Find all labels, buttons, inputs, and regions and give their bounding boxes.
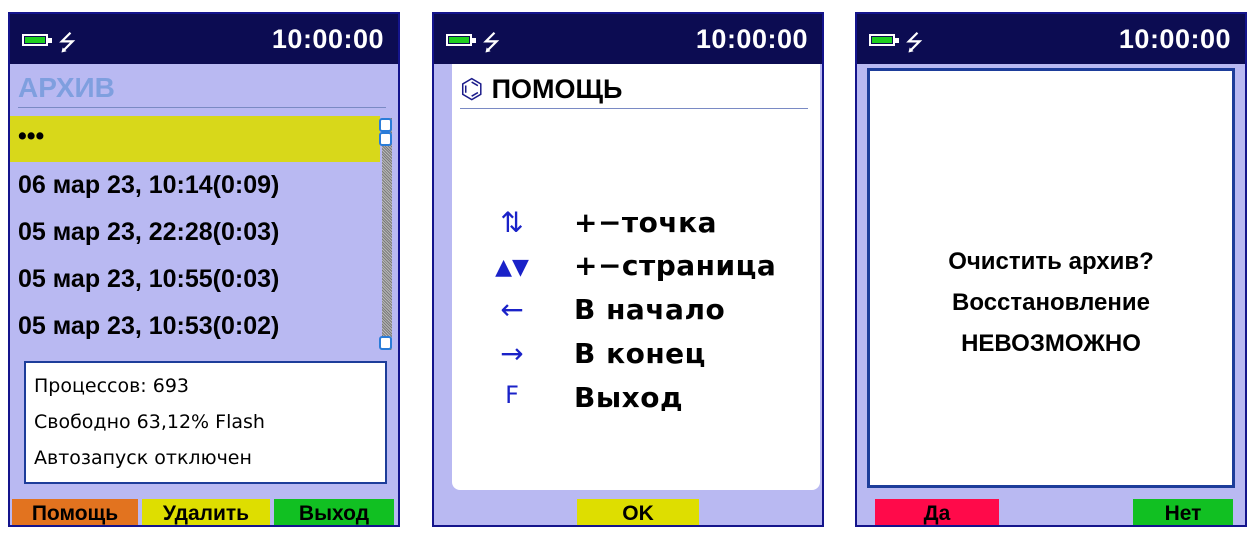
help-label: +−точка bbox=[574, 206, 718, 239]
confirm-line-1: Очистить архив? bbox=[948, 248, 1154, 275]
page-title: АРХИВ bbox=[18, 72, 115, 103]
confirm-line-2: Восстановление bbox=[952, 289, 1150, 316]
help-row-page: ▲▼ +−страница bbox=[452, 249, 820, 289]
status-bar: ⭍ 10:00:00 bbox=[10, 14, 398, 64]
ok-button[interactable]: OK bbox=[577, 499, 699, 525]
help-title-text: ПОМОЩЬ bbox=[491, 74, 623, 104]
usb-icon: ⭍ bbox=[58, 31, 77, 56]
f-key-icon: F bbox=[505, 381, 519, 409]
updown-arrows-icon: ⇅ bbox=[500, 206, 524, 239]
archive-list: ••• 06 мар 23, 10:14(0:09) 05 мар 23, 22… bbox=[10, 116, 380, 350]
help-label: +−страница bbox=[574, 249, 777, 282]
exit-button[interactable]: Выход bbox=[274, 499, 394, 525]
no-button[interactable]: Нет bbox=[1133, 499, 1233, 525]
scrollbar-thumb[interactable] bbox=[379, 132, 392, 146]
help-label: В конец bbox=[574, 337, 706, 370]
list-item-selected[interactable]: ••• bbox=[10, 116, 380, 162]
processes-count: Процессов: 693 bbox=[34, 375, 190, 397]
archive-screen: ⭍ 10:00:00 АРХИВ ••• 06 мар 23, 10:14(0:… bbox=[8, 12, 400, 527]
left-arrow-icon: ← bbox=[500, 293, 524, 326]
battery-icon bbox=[22, 34, 52, 46]
divider bbox=[460, 108, 808, 109]
scrollbar-bottom-cap bbox=[379, 336, 392, 350]
yes-button[interactable]: Да bbox=[875, 499, 999, 525]
page-title: ⌬ ПОМОЩЬ bbox=[460, 74, 622, 105]
clock: 10:00:00 bbox=[1118, 24, 1231, 54]
help-row-exit: F Выход bbox=[452, 381, 820, 421]
help-row-end: → В конец bbox=[452, 337, 820, 377]
help-row-point: ⇅ +−точка bbox=[452, 206, 820, 246]
confirm-message: Очистить архив? Восстановление НЕВОЗМОЖН… bbox=[870, 241, 1232, 364]
usb-icon: ⭍ bbox=[482, 31, 501, 56]
archive-info-box: Процессов: 693 Свободно 63,12% Flash Авт… bbox=[24, 361, 387, 484]
help-screen: ⭍ 10:00:00 ⌬ ПОМОЩЬ ⇅ +−точка ▲▼ +−страни… bbox=[432, 12, 824, 527]
autostart-status: Автозапуск отключен bbox=[34, 447, 252, 469]
help-row-start: ← В начало bbox=[452, 293, 820, 333]
scrollbar-top-cap bbox=[379, 118, 392, 132]
right-arrow-icon: → bbox=[500, 337, 524, 370]
clock: 10:00:00 bbox=[695, 24, 808, 54]
confirm-line-3: НЕВОЗМОЖНО bbox=[961, 330, 1141, 357]
battery-icon bbox=[446, 34, 476, 46]
battery-icon bbox=[869, 34, 899, 46]
free-space: Свободно 63,12% Flash bbox=[34, 411, 265, 433]
help-button[interactable]: Помощь bbox=[12, 499, 138, 525]
delete-button[interactable]: Удалить bbox=[142, 499, 270, 525]
scrollbar[interactable] bbox=[379, 118, 392, 350]
list-item[interactable]: 06 мар 23, 10:14(0:09) bbox=[10, 162, 380, 209]
triangle-arrows-icon: ▲▼ bbox=[495, 255, 529, 280]
usb-icon: ⭍ bbox=[905, 31, 924, 56]
status-bar: ⭍ 10:00:00 bbox=[434, 14, 822, 64]
confirm-screen: ⭍ 10:00:00 Очистить архив? Восстановлени… bbox=[855, 12, 1247, 527]
list-item[interactable]: 05 мар 23, 10:55(0:03) bbox=[10, 256, 380, 303]
confirm-dialog: Очистить архив? Восстановление НЕВОЗМОЖН… bbox=[867, 68, 1235, 488]
help-label: В начало bbox=[574, 293, 726, 326]
help-panel: ⌬ ПОМОЩЬ ⇅ +−точка ▲▼ +−страница ← В нача… bbox=[452, 64, 820, 490]
list-item[interactable]: 05 мар 23, 22:28(0:03) bbox=[10, 209, 380, 256]
status-bar: ⭍ 10:00:00 bbox=[857, 14, 1245, 64]
list-item[interactable]: 05 мар 23, 10:53(0:02) bbox=[10, 303, 380, 350]
divider bbox=[18, 107, 386, 108]
clock: 10:00:00 bbox=[271, 24, 384, 54]
help-label: Выход bbox=[574, 381, 684, 414]
lifebuoy-icon: ⌬ bbox=[460, 74, 484, 105]
